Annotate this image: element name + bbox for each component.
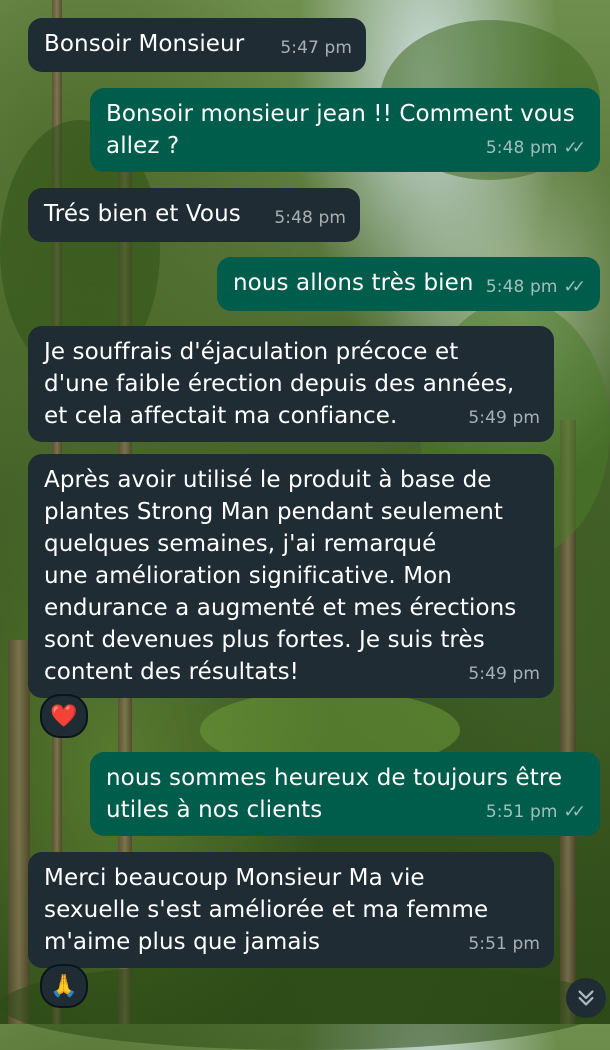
folded-hands-icon: 🙏: [50, 973, 78, 999]
message-incoming[interactable]: Je souffrais d'éjaculation précoce et d'…: [28, 326, 554, 442]
double-check-icon: ✓✓: [563, 277, 586, 297]
message-time: 5:48 pm: [274, 208, 346, 228]
message-incoming[interactable]: Merci beaucoup Monsieur Ma vie sexuelle …: [28, 852, 554, 968]
message-meta: 5:51 pm ✓✓: [486, 796, 586, 828]
message-incoming[interactable]: Après avoir utilisé le produit à base de…: [28, 454, 554, 698]
message-text: Merci beaucoup Monsieur Ma vie sexuelle …: [44, 865, 489, 955]
message-incoming[interactable]: Trés bien et Vous 5:48 pm: [28, 188, 360, 242]
message-time: 5:51 pm: [468, 934, 540, 954]
message-outgoing[interactable]: nous allons très bien 5:48 pm ✓✓: [217, 257, 600, 311]
message-meta: 5:49 pm: [468, 402, 540, 434]
message-incoming[interactable]: Bonsoir Monsieur 5:47 pm: [28, 18, 366, 72]
message-text: Je souffrais d'éjaculation précoce et d'…: [44, 339, 515, 429]
message-meta: 5:47 pm: [280, 32, 352, 64]
message-time: 5:47 pm: [280, 38, 352, 58]
message-meta: 5:48 pm: [274, 202, 346, 234]
message-meta: 5:51 pm: [468, 928, 540, 960]
message-time: 5:49 pm: [468, 408, 540, 428]
double-check-icon: ✓✓: [563, 802, 586, 822]
message-outgoing[interactable]: nous sommes heureux de toujours être uti…: [90, 752, 600, 836]
heart-icon: ❤️: [50, 703, 78, 729]
reaction-badge[interactable]: 🙏: [40, 964, 88, 1008]
message-time: 5:48 pm: [485, 138, 558, 158]
double-chevron-down-icon: [578, 990, 594, 1006]
message-time: 5:49 pm: [468, 664, 540, 684]
scroll-down-button[interactable]: [566, 978, 606, 1018]
message-outgoing[interactable]: Bonsoir monsieur jean !! Comment vous al…: [90, 88, 600, 172]
double-check-icon: ✓✓: [563, 138, 586, 158]
message-text: Après avoir utilisé le produit à base de…: [44, 467, 517, 685]
message-meta: 5:48 pm ✓✓: [486, 132, 586, 164]
message-meta: 5:49 pm: [468, 658, 540, 690]
message-time: 5:51 pm: [485, 802, 558, 822]
message-meta: 5:48 pm ✓✓: [486, 271, 586, 303]
message-time: 5:48 pm: [485, 277, 558, 297]
reaction-badge[interactable]: ❤️: [40, 694, 88, 738]
